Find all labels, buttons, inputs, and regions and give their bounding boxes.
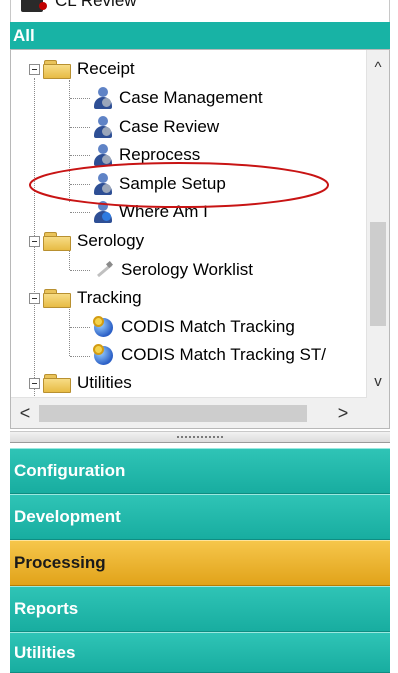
globe-search-icon [93, 316, 115, 338]
tree-item-label: CODIS Match Tracking [121, 317, 295, 336]
top-partial-item[interactable]: CL Review [10, 0, 390, 22]
tree-item-label: Tracking [77, 288, 142, 307]
nav-configuration[interactable]: Configuration [10, 448, 390, 494]
tree-line [69, 307, 70, 356]
scroll-right-icon[interactable]: > [331, 398, 355, 428]
horizontal-scrollbar[interactable]: < > [11, 397, 367, 428]
tree-item-case-review[interactable]: Case Review [93, 114, 219, 140]
tree-item-label: Serology Worklist [121, 260, 253, 279]
folder-icon [43, 60, 71, 79]
collapse-toggle-icon[interactable] [29, 63, 40, 75]
tree-item-label: Utilities [77, 373, 132, 392]
scroll-up-icon[interactable]: ^ [367, 58, 389, 78]
tree-item-label: Case Review [119, 117, 220, 136]
scroll-down-icon[interactable]: v [367, 372, 389, 392]
folder-icon [43, 232, 71, 251]
user-icon [93, 173, 113, 195]
tree-item-label: Where Am I [119, 202, 208, 221]
tree-item-tracking[interactable]: Tracking [29, 285, 142, 311]
splitter-grip-icon[interactable] [177, 436, 225, 438]
pane-splitter[interactable] [10, 431, 390, 443]
tree-item-label: Reprocess [119, 145, 201, 164]
tree-item-label: Sample Setup [119, 174, 226, 193]
tree-line [70, 356, 90, 357]
user-icon [93, 144, 113, 166]
group-header-all[interactable]: All [10, 22, 390, 49]
collapse-toggle-icon[interactable] [29, 377, 40, 389]
tree-item-utilities[interactable]: Utilities [29, 370, 132, 396]
vertical-scrollbar[interactable]: ^ v [366, 50, 389, 398]
review-icon [21, 0, 47, 12]
scrollbar-corner [367, 398, 389, 428]
folder-icon [43, 289, 71, 308]
tree-view[interactable]: Receipt Case Management Case Review Repr… [10, 49, 390, 429]
tree-viewport: Receipt Case Management Case Review Repr… [11, 50, 367, 398]
user-icon [93, 116, 113, 138]
collapse-toggle-icon[interactable] [29, 292, 40, 304]
syringe-icon [93, 260, 115, 280]
user-info-icon [93, 201, 113, 223]
nav-utilities[interactable]: Utilities [10, 632, 390, 673]
collapse-toggle-icon[interactable] [29, 235, 40, 247]
nav-development[interactable]: Development [10, 494, 390, 540]
tree-item-label: CODIS Match Tracking ST/ [121, 345, 326, 364]
vertical-scroll-thumb[interactable] [370, 222, 386, 326]
tree-item-serology[interactable]: Serology [29, 228, 144, 254]
tree-item-serology-worklist[interactable]: Serology Worklist [93, 257, 253, 283]
tree-item-label: Receipt [77, 59, 135, 78]
top-item-label: CL Review [55, 0, 137, 10]
tree-item-where-am-i[interactable]: Where Am I [93, 199, 208, 225]
globe-search-icon [93, 344, 115, 366]
tree-item-codis-match-tracking[interactable]: CODIS Match Tracking [93, 314, 295, 340]
tree-item-receipt[interactable]: Receipt [29, 56, 135, 82]
tree-line [70, 184, 90, 185]
scroll-left-icon[interactable]: < [13, 398, 37, 428]
tree-line [70, 127, 90, 128]
nav-reports[interactable]: Reports [10, 586, 390, 632]
tree-item-label: Case Management [119, 88, 263, 107]
tree-line [70, 212, 90, 213]
tree-line [70, 327, 90, 328]
tree-item-codis-match-tracking-sta[interactable]: CODIS Match Tracking ST/ [93, 342, 326, 368]
tree-item-label: Serology [77, 231, 145, 250]
horizontal-scroll-thumb[interactable] [39, 405, 307, 422]
folder-icon [43, 374, 71, 393]
tree-item-reprocess[interactable]: Reprocess [93, 142, 200, 168]
user-icon [93, 87, 113, 109]
tree-item-case-management[interactable]: Case Management [93, 85, 263, 111]
tree-line [70, 155, 90, 156]
nav-processing[interactable]: Processing [10, 540, 390, 586]
tree-line [70, 98, 90, 99]
tree-item-sample-setup[interactable]: Sample Setup [93, 171, 226, 197]
tree-line [70, 270, 90, 271]
